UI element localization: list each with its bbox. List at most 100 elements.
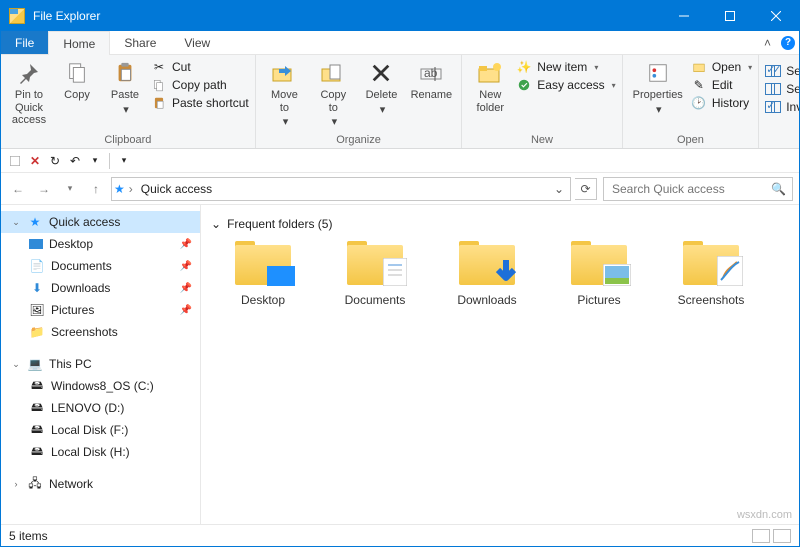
desktop-icon [29,239,43,249]
expand-icon[interactable]: ⌄ [11,359,21,370]
open-button[interactable]: Open▾ [691,59,752,75]
chevron-down-icon: ⌄ [211,217,221,231]
rename-button[interactable]: ab Rename [407,57,455,104]
qat-delete-icon[interactable]: ✕ [27,153,43,169]
refresh-button[interactable]: ⟳ [575,178,597,200]
invert-selection-icon [765,99,781,115]
new-folder-icon [476,59,504,87]
view-icons-button[interactable] [773,529,791,543]
qat-customize-icon[interactable]: ▾ [116,153,132,169]
new-item-icon: ✨ [516,59,532,75]
edit-icon: ✎ [691,77,707,93]
history-icon: 🕑 [691,95,707,111]
drive-icon: 🖴 [29,422,45,438]
qat-dropdown-icon[interactable]: ▾ [87,153,103,169]
sidebar-drive-d[interactable]: 🖴LENOVO (D:) [1,397,200,419]
qat-refresh-icon[interactable]: ↻ [47,153,63,169]
tab-home[interactable]: Home [48,31,110,55]
sidebar-item-downloads[interactable]: ⬇Downloads📌 [1,277,200,299]
select-all-icon [765,63,781,79]
select-all-button[interactable]: Select all [765,63,800,79]
sidebar-item-pictures[interactable]: 🖼Pictures📌 [1,299,200,321]
new-folder-button[interactable]: New folder [468,57,512,116]
history-button[interactable]: 🕑History [691,95,752,111]
folder-item-desktop[interactable]: Desktop [223,243,303,307]
address-dropdown-icon[interactable]: ⌄ [550,182,568,196]
sidebar-item-documents[interactable]: 📄Documents📌 [1,255,200,277]
sidebar-drive-c[interactable]: 🖴Windows8_OS (C:) [1,375,200,397]
easy-access-button[interactable]: Easy access▾ [516,77,615,93]
invert-selection-button[interactable]: Invert selection [765,99,800,115]
expand-icon[interactable]: › [11,479,21,489]
maximize-button[interactable] [707,1,753,31]
cut-button[interactable]: ✂Cut [151,59,249,75]
paste-icon [111,59,139,87]
pin-icon [15,59,43,87]
move-to-icon [270,59,298,87]
ribbon-group-organize: Move to▾ Copy to▾ Delete▾ ab Rename Orga… [256,55,463,148]
sidebar-item-screenshots[interactable]: 📁Screenshots [1,321,200,343]
breadcrumb[interactable]: Quick access [137,182,216,196]
properties-button[interactable]: Properties▾ [629,57,687,118]
folder-item-pictures[interactable]: Pictures [559,243,639,307]
collapse-ribbon-icon[interactable]: ˄ [764,36,771,50]
folder-item-documents[interactable]: Documents [335,243,415,307]
new-item-button[interactable]: ✨New item▾ [516,59,615,75]
edit-button[interactable]: ✎Edit [691,77,752,93]
copy-path-button[interactable]: Copy path [151,77,249,93]
sidebar-quick-access[interactable]: ⌄ ★ Quick access [1,211,200,233]
qat-new-icon[interactable] [7,153,23,169]
select-none-button[interactable]: Select none [765,81,800,97]
view-details-button[interactable] [752,529,770,543]
help-icon[interactable]: ? [781,36,795,50]
open-icon [691,59,707,75]
drive-icon: 🖴 [29,378,45,394]
tab-view[interactable]: View [170,31,224,54]
folder-item-downloads[interactable]: Downloads [447,243,527,307]
sidebar-this-pc[interactable]: ⌄ 💻 This PC [1,353,200,375]
copy-icon [63,59,91,87]
documents-icon: 📄 [29,258,45,274]
this-pc-icon: 💻 [27,356,43,372]
search-box[interactable]: 🔍 [603,177,793,201]
file-menu[interactable]: File [1,31,48,54]
quick-access-icon: ★ [114,182,125,196]
section-header[interactable]: ⌄ Frequent folders (5) [211,217,789,231]
properties-icon [644,59,672,87]
ribbon-group-new: New folder ✨New item▾ Easy access▾ New [462,55,622,148]
minimize-button[interactable] [661,1,707,31]
sidebar-drive-f[interactable]: 🖴Local Disk (F:) [1,419,200,441]
copy-button[interactable]: Copy [55,57,99,104]
sidebar-network[interactable]: › 🖧 Network [1,473,200,495]
delete-button[interactable]: Delete▾ [359,57,403,118]
chevron-right-icon: › [129,182,133,196]
app-icon [9,8,25,24]
up-button[interactable]: ↑ [85,178,107,200]
folder-icon [459,243,515,287]
ribbon-tabs: File Home Share View ˄ ? [1,31,799,55]
forward-button[interactable]: → [33,178,55,200]
move-to-button[interactable]: Move to▾ [262,57,307,131]
pin-icon: 📌 [180,261,192,272]
tab-share[interactable]: Share [110,31,170,54]
paste-button[interactable]: Paste ▾ [103,57,147,118]
pin-icon: 📌 [180,305,192,316]
search-input[interactable] [610,181,771,197]
recent-locations-button[interactable]: ▾ [59,178,81,200]
content-pane: ⌄ Frequent folders (5) Desktop Documents… [201,205,799,524]
folder-icon [571,243,627,287]
svg-text:ab: ab [424,66,438,80]
ribbon-group-clipboard: Pin to Quick access Copy Paste ▾ ✂Cut Co… [1,55,256,148]
navbar: ← → ▾ ↑ ★ › Quick access ⌄ ⟳ 🔍 [1,173,799,205]
close-button[interactable] [753,1,799,31]
address-bar[interactable]: ★ › Quick access ⌄ [111,177,571,201]
copy-to-button[interactable]: Copy to▾ [311,57,355,131]
paste-shortcut-button[interactable]: Paste shortcut [151,95,249,111]
sidebar-item-desktop[interactable]: Desktop📌 [1,233,200,255]
back-button[interactable]: ← [7,178,29,200]
pin-to-quick-access-button[interactable]: Pin to Quick access [7,57,51,129]
qat-undo-icon[interactable]: ↶ [67,153,83,169]
expand-icon[interactable]: ⌄ [11,217,21,228]
sidebar-drive-h[interactable]: 🖴Local Disk (H:) [1,441,200,463]
folder-item-screenshots[interactable]: Screenshots [671,243,751,307]
